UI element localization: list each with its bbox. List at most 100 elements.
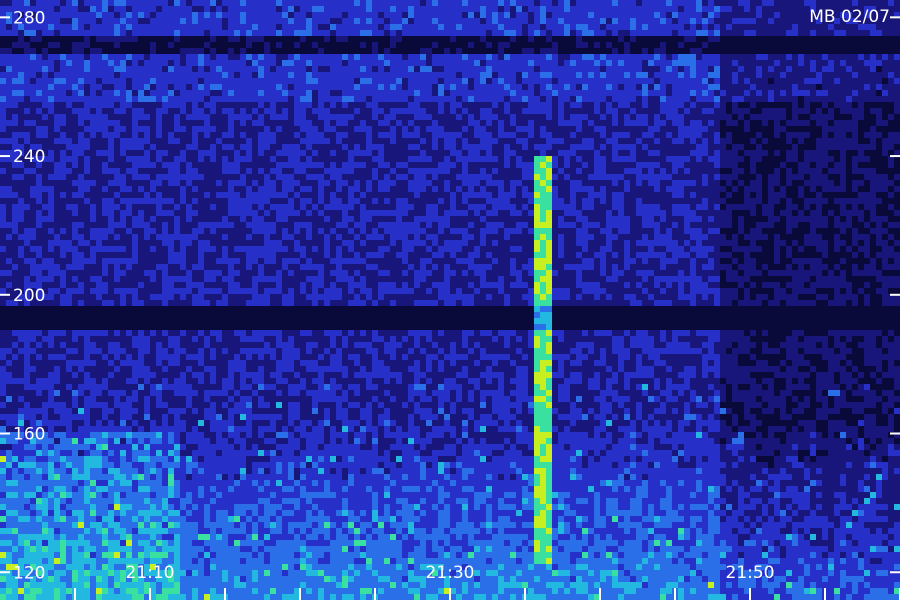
heatmap-cell	[888, 48, 894, 54]
heatmap-cell	[774, 138, 780, 144]
heatmap-cell	[708, 192, 714, 198]
heatmap-cell	[678, 90, 684, 96]
heatmap-cell	[42, 114, 48, 120]
heatmap-cell	[774, 102, 780, 108]
heatmap-cell	[666, 144, 672, 150]
heatmap-cell	[36, 168, 42, 174]
heatmap-cell	[654, 18, 660, 24]
heatmap-cell	[684, 96, 690, 102]
heatmap-cell	[690, 0, 696, 6]
heatmap-cell	[552, 162, 558, 168]
heatmap-cell	[390, 6, 396, 12]
heatmap-cell	[66, 42, 72, 48]
heatmap-cell	[594, 18, 600, 24]
heatmap-cell	[216, 54, 222, 60]
heatmap-cell	[522, 12, 528, 18]
heatmap-cell	[156, 132, 162, 138]
heatmap-cell	[600, 12, 606, 18]
heatmap-cell	[546, 102, 552, 108]
heatmap-cell	[144, 0, 150, 6]
heatmap-cell	[432, 42, 438, 48]
heatmap-cell	[438, 48, 444, 54]
heatmap-cell	[474, 96, 480, 102]
heatmap-cell	[648, 180, 654, 186]
heatmap-cell	[234, 156, 240, 162]
heatmap-cell	[762, 48, 768, 54]
heatmap-cell	[102, 24, 108, 30]
heatmap-cell	[366, 96, 372, 102]
heatmap-cell	[546, 114, 552, 120]
heatmap-cell	[174, 114, 180, 120]
heatmap-cell	[570, 180, 576, 186]
heatmap-cell	[504, 102, 510, 108]
heatmap-cell	[240, 78, 246, 84]
heatmap-cell	[30, 48, 36, 54]
heatmap-cell	[330, 138, 336, 144]
heatmap-cell	[594, 84, 600, 90]
heatmap-cell	[606, 192, 612, 198]
heatmap-cell	[600, 6, 606, 12]
heatmap-cell	[84, 186, 90, 192]
heatmap-cell	[258, 168, 264, 174]
heatmap-cell	[768, 168, 774, 174]
heatmap-cell	[96, 156, 102, 162]
heatmap-cell	[840, 78, 846, 84]
heatmap-cell	[294, 126, 300, 132]
heatmap-cell	[792, 114, 798, 120]
heatmap-cell	[774, 144, 780, 150]
heatmap-cell	[342, 6, 348, 12]
heatmap-cell	[228, 198, 234, 204]
heatmap-cell	[12, 0, 18, 6]
heatmap-cell	[60, 60, 66, 66]
heatmap-cell	[162, 174, 168, 180]
heatmap-cell	[744, 60, 750, 66]
heatmap-cell	[840, 168, 846, 174]
heatmap-cell	[618, 180, 624, 186]
heatmap-cell	[126, 174, 132, 180]
heatmap-cell	[522, 114, 528, 120]
heatmap-cell	[882, 168, 888, 174]
heatmap-cell	[156, 90, 162, 96]
heatmap-cell	[480, 156, 486, 162]
heatmap-cell	[618, 0, 624, 6]
heatmap-cell	[852, 102, 858, 108]
heatmap-cell	[462, 192, 468, 198]
heatmap-cell	[804, 162, 810, 168]
heatmap-cell	[300, 126, 306, 132]
heatmap-cell	[696, 66, 702, 72]
heatmap-cell	[234, 90, 240, 96]
heatmap-cell	[432, 60, 438, 66]
heatmap-cell	[498, 72, 504, 78]
heatmap-cell	[510, 42, 516, 48]
heatmap-cell	[180, 120, 186, 126]
heatmap-cell	[876, 114, 882, 120]
heatmap-cell	[258, 30, 264, 36]
heatmap-cell	[378, 12, 384, 18]
heatmap-cell	[150, 42, 156, 48]
heatmap-cell	[324, 84, 330, 90]
heatmap-cell	[102, 30, 108, 36]
heatmap-cell	[894, 18, 900, 24]
heatmap-cell	[606, 162, 612, 168]
heatmap-cell	[618, 114, 624, 120]
heatmap-cell	[252, 180, 258, 186]
heatmap-cell	[402, 114, 408, 120]
heatmap-cell	[444, 120, 450, 126]
heatmap-cell	[126, 78, 132, 84]
heatmap-cell	[282, 168, 288, 174]
heatmap-cell	[702, 30, 708, 36]
heatmap-cell	[624, 168, 630, 174]
heatmap-cell	[894, 108, 900, 114]
heatmap-cell	[228, 66, 234, 72]
heatmap-cell	[768, 6, 774, 12]
heatmap-cell	[342, 42, 348, 48]
heatmap-cell	[276, 156, 282, 162]
heatmap-cell	[252, 108, 258, 114]
heatmap-cell	[690, 54, 696, 60]
heatmap-cell	[42, 132, 48, 138]
heatmap-cell	[48, 96, 54, 102]
heatmap-cell	[6, 102, 12, 108]
heatmap-cell	[528, 144, 534, 150]
heatmap-cell	[714, 174, 720, 180]
heatmap-cell	[150, 120, 156, 126]
